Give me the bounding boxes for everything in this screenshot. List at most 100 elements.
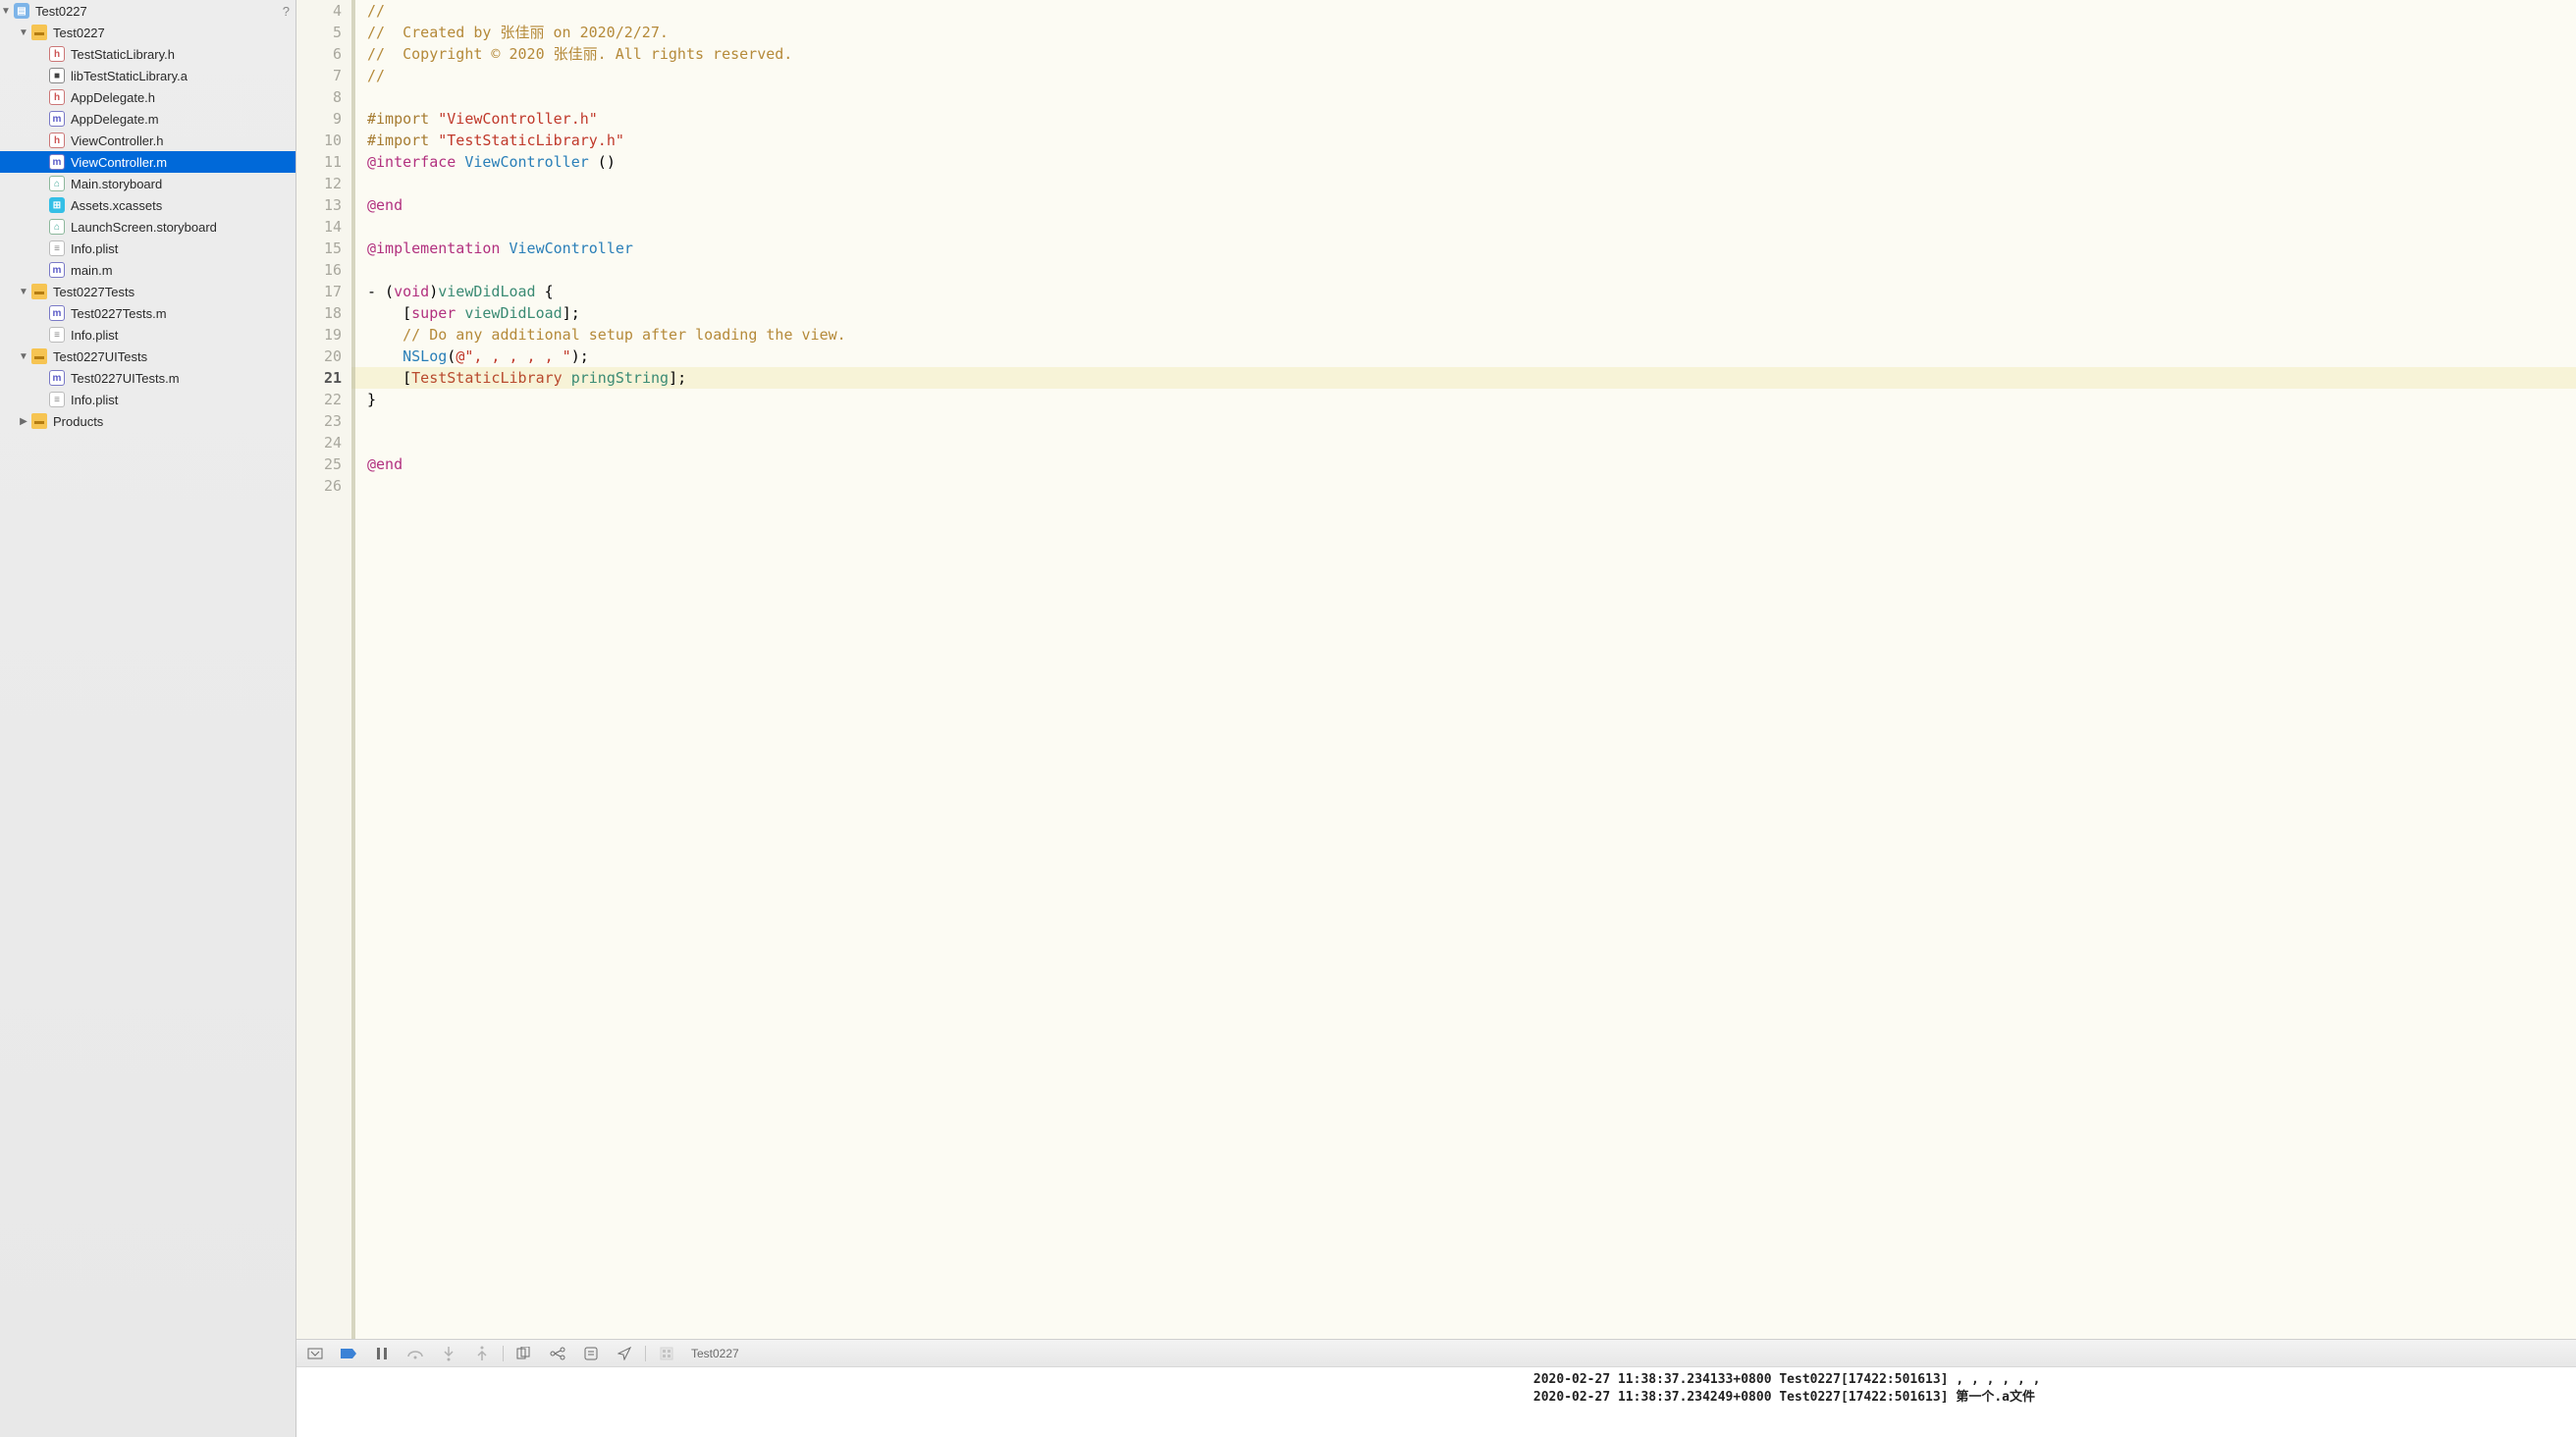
file-label: ViewController.h: [71, 133, 163, 148]
debug-bar[interactable]: Test0227: [296, 1339, 2576, 1366]
disclosure-triangle-icon[interactable]: ▼: [18, 350, 29, 362]
code-line[interactable]: //: [351, 65, 2576, 86]
code-line[interactable]: - (void)viewDidLoad {: [351, 281, 2576, 302]
code-line[interactable]: #import "TestStaticLibrary.h": [351, 130, 2576, 151]
simulate-location-icon[interactable]: [616, 1345, 633, 1362]
group-Products[interactable]: ▶▬Products: [0, 410, 295, 432]
group-Test0227UITests[interactable]: ▼▬Test0227UITests: [0, 346, 295, 367]
line-number[interactable]: 25: [314, 453, 342, 475]
debug-process-label[interactable]: Test0227: [691, 1347, 739, 1360]
code-line[interactable]: [351, 259, 2576, 281]
line-number[interactable]: 4: [314, 0, 342, 22]
line-number[interactable]: 17: [314, 281, 342, 302]
code-line[interactable]: [351, 216, 2576, 238]
line-number[interactable]: 8: [314, 86, 342, 108]
code-column[interactable]: //// Created by 张佳丽 on 2020/2/27.// Copy…: [351, 0, 2576, 1339]
debug-view-hierarchy-icon[interactable]: [515, 1345, 533, 1362]
step-into-icon[interactable]: [440, 1345, 457, 1362]
code-line[interactable]: [351, 475, 2576, 497]
editor-pane: 4567891011121314151617181920212223242526…: [296, 0, 2576, 1437]
file-icon-h: h: [49, 133, 65, 148]
file-Info.plist[interactable]: ≡Info.plist: [0, 389, 295, 410]
line-number[interactable]: 13: [314, 194, 342, 216]
file-Test0227Tests.m[interactable]: mTest0227Tests.m: [0, 302, 295, 324]
step-out-icon[interactable]: [473, 1345, 491, 1362]
file-LaunchScreen.storyboard[interactable]: ⌂LaunchScreen.storyboard: [0, 216, 295, 238]
line-number[interactable]: 21: [314, 367, 342, 389]
code-line[interactable]: @end: [351, 453, 2576, 475]
group-label: Test0227Tests: [53, 285, 134, 299]
code-line[interactable]: @end: [351, 194, 2576, 216]
file-label: Info.plist: [71, 241, 118, 256]
console-area[interactable]: 2020-02-27 11:38:37.234133+0800 Test0227…: [296, 1366, 2576, 1437]
group-Test0227Tests[interactable]: ▼▬Test0227Tests: [0, 281, 295, 302]
line-number[interactable]: 12: [314, 173, 342, 194]
source-editor[interactable]: 4567891011121314151617181920212223242526…: [296, 0, 2576, 1339]
line-number[interactable]: 15: [314, 238, 342, 259]
line-number[interactable]: 22: [314, 389, 342, 410]
pause-icon[interactable]: [373, 1345, 391, 1362]
code-line[interactable]: NSLog(@", , , , , ");: [351, 346, 2576, 367]
file-libTestStaticLibrary.a[interactable]: ■libTestStaticLibrary.a: [0, 65, 295, 86]
code-line[interactable]: #import "ViewController.h": [351, 108, 2576, 130]
variables-view[interactable]: [296, 1367, 1528, 1437]
file-Assets.xcassets[interactable]: ⊞Assets.xcassets: [0, 194, 295, 216]
code-line[interactable]: @interface ViewController (): [351, 151, 2576, 173]
code-line[interactable]: [super viewDidLoad];: [351, 302, 2576, 324]
line-number[interactable]: 26: [314, 475, 342, 497]
project-navigator[interactable]: ▼▤Test0227?▼▬Test0227hTestStaticLibrary.…: [0, 0, 296, 1437]
code-line[interactable]: [351, 410, 2576, 432]
file-ViewController.h[interactable]: h ViewController.h: [0, 130, 295, 151]
debug-memory-graph-icon[interactable]: [549, 1345, 566, 1362]
line-number[interactable]: 23: [314, 410, 342, 432]
code-line[interactable]: [351, 173, 2576, 194]
file-AppDelegate.m[interactable]: mAppDelegate.m: [0, 108, 295, 130]
file-Main.storyboard[interactable]: ⌂Main.storyboard: [0, 173, 295, 194]
line-number[interactable]: 11: [314, 151, 342, 173]
line-number[interactable]: 9: [314, 108, 342, 130]
disclosure-triangle-icon[interactable]: ▶: [18, 415, 29, 427]
console-output[interactable]: 2020-02-27 11:38:37.234133+0800 Test0227…: [1528, 1367, 2576, 1437]
line-number[interactable]: 7: [314, 65, 342, 86]
spacer: [35, 70, 47, 81]
line-number[interactable]: 16: [314, 259, 342, 281]
code-line[interactable]: //: [351, 0, 2576, 22]
line-number[interactable]: 14: [314, 216, 342, 238]
code-line[interactable]: [351, 86, 2576, 108]
line-number[interactable]: 6: [314, 43, 342, 65]
line-number[interactable]: 10: [314, 130, 342, 151]
code-line[interactable]: // Copyright © 2020 张佳丽. All rights rese…: [351, 43, 2576, 65]
disclosure-triangle-icon[interactable]: ▼: [0, 5, 12, 17]
code-line[interactable]: [351, 432, 2576, 453]
code-line[interactable]: }: [351, 389, 2576, 410]
disclosure-triangle-icon[interactable]: ▼: [18, 27, 29, 38]
line-number[interactable]: 20: [314, 346, 342, 367]
code-line[interactable]: @implementation ViewController: [351, 238, 2576, 259]
file-Info.plist[interactable]: ≡Info.plist: [0, 324, 295, 346]
line-number[interactable]: 24: [314, 432, 342, 453]
file-label: Info.plist: [71, 393, 118, 407]
file-Test0227UITests.m[interactable]: mTest0227UITests.m: [0, 367, 295, 389]
project-root[interactable]: ▼▤Test0227?: [0, 0, 295, 22]
breakpoint-toggle-icon[interactable]: [340, 1345, 357, 1362]
line-number[interactable]: 18: [314, 302, 342, 324]
help-badge[interactable]: ?: [283, 4, 290, 19]
line-number[interactable]: 19: [314, 324, 342, 346]
hide-debug-icon[interactable]: [306, 1345, 324, 1362]
file-icon-h: h: [49, 46, 65, 62]
group-Test0227[interactable]: ▼▬Test0227: [0, 22, 295, 43]
code-line[interactable]: // Do any additional setup after loading…: [351, 324, 2576, 346]
disclosure-triangle-icon[interactable]: ▼: [18, 286, 29, 297]
file-ViewController.m[interactable]: mViewController.m: [0, 151, 295, 173]
file-main.m[interactable]: mmain.m: [0, 259, 295, 281]
code-line[interactable]: // Created by 张佳丽 on 2020/2/27.: [351, 22, 2576, 43]
project-title: Test0227: [35, 4, 87, 19]
line-number[interactable]: 5: [314, 22, 342, 43]
file-Info.plist[interactable]: ≡Info.plist: [0, 238, 295, 259]
code-line[interactable]: [TestStaticLibrary pringString];: [351, 367, 2576, 389]
step-over-icon[interactable]: [406, 1345, 424, 1362]
file-AppDelegate.h[interactable]: hAppDelegate.h: [0, 86, 295, 108]
environment-overrides-icon[interactable]: [582, 1345, 600, 1362]
file-TestStaticLibrary.h[interactable]: hTestStaticLibrary.h: [0, 43, 295, 65]
file-icon-m: m: [49, 305, 65, 321]
